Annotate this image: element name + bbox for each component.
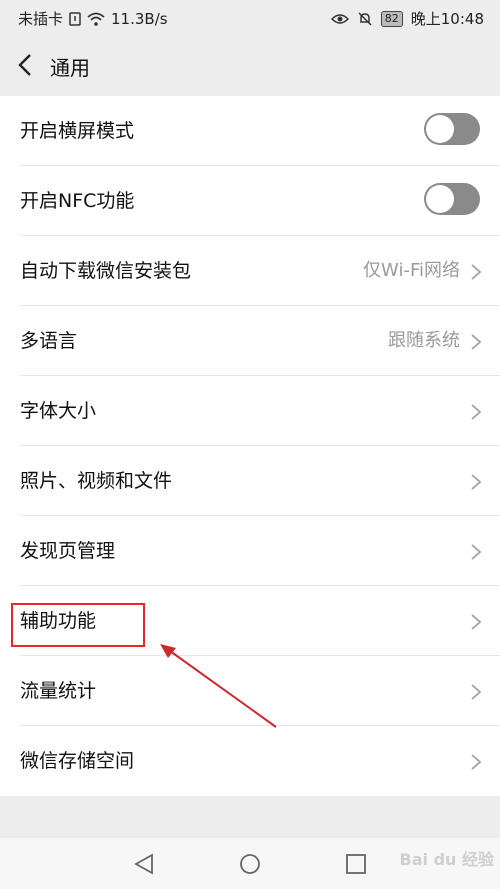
back-triangle-icon[interactable] [132, 852, 156, 876]
annotation-highlight-box [11, 603, 145, 647]
carrier-text: 未插卡 [18, 10, 64, 28]
setting-nfc: 开启NFC功能 [0, 166, 500, 236]
setting-language[interactable]: 多语言 跟随系统 [0, 306, 500, 376]
wifi-icon [87, 12, 105, 26]
nfc-toggle[interactable] [424, 183, 480, 215]
watermark-logo: Bai du 经验 [399, 850, 494, 869]
setting-label: 开启NFC功能 [20, 190, 135, 212]
setting-auto-download[interactable]: 自动下载微信安装包 仅Wi-Fi网络 [0, 236, 500, 306]
setting-label: 照片、视频和文件 [20, 470, 173, 492]
page-title: 通用 [50, 56, 90, 80]
chevron-right-icon [471, 474, 482, 490]
back-arrow-icon[interactable] [12, 50, 38, 80]
chevron-right-icon [471, 544, 482, 560]
setting-label: 开启横屏模式 [20, 120, 135, 142]
setting-value: 仅Wi-Fi网络 [363, 260, 460, 281]
chevron-right-icon [471, 264, 482, 280]
setting-storage[interactable]: 微信存储空间 [0, 726, 500, 796]
settings-list: 开启横屏模式 开启NFC功能 自动下载微信安装包 仅Wi-Fi网络 多语言 跟随… [0, 96, 500, 796]
setting-landscape-mode: 开启横屏模式 [0, 96, 500, 166]
battery-indicator: 82 [380, 10, 403, 27]
setting-label: 微信存储空间 [20, 750, 135, 772]
sim-icon [69, 11, 81, 26]
chevron-right-icon [471, 614, 482, 630]
recents-square-icon[interactable] [344, 852, 368, 876]
setting-label: 自动下载微信安装包 [20, 260, 192, 282]
setting-font-size[interactable]: 字体大小 [0, 376, 500, 446]
home-circle-icon[interactable] [238, 852, 262, 876]
chevron-right-icon [471, 404, 482, 420]
eye-icon [330, 13, 349, 24]
header: 通用 [0, 34, 500, 97]
mute-bell-icon [358, 11, 372, 26]
setting-label: 多语言 [20, 330, 78, 352]
setting-value: 跟随系统 [388, 330, 460, 351]
chevron-right-icon [471, 684, 482, 700]
setting-label: 发现页管理 [20, 540, 116, 562]
landscape-mode-toggle[interactable] [424, 113, 480, 145]
chevron-right-icon [471, 334, 482, 350]
setting-discover-management[interactable]: 发现页管理 [0, 516, 500, 586]
status-bar: 未插卡 11.3B/s 82 晚上10:48 [0, 0, 500, 34]
setting-media-files[interactable]: 照片、视频和文件 [0, 446, 500, 516]
clock: 晚上10:48 [410, 10, 484, 28]
network-speed: 11.3B/s [111, 9, 168, 28]
setting-label: 字体大小 [20, 400, 97, 422]
chevron-right-icon [471, 754, 482, 770]
setting-label: 流量统计 [20, 680, 97, 702]
setting-data-usage[interactable]: 流量统计 [0, 656, 500, 726]
